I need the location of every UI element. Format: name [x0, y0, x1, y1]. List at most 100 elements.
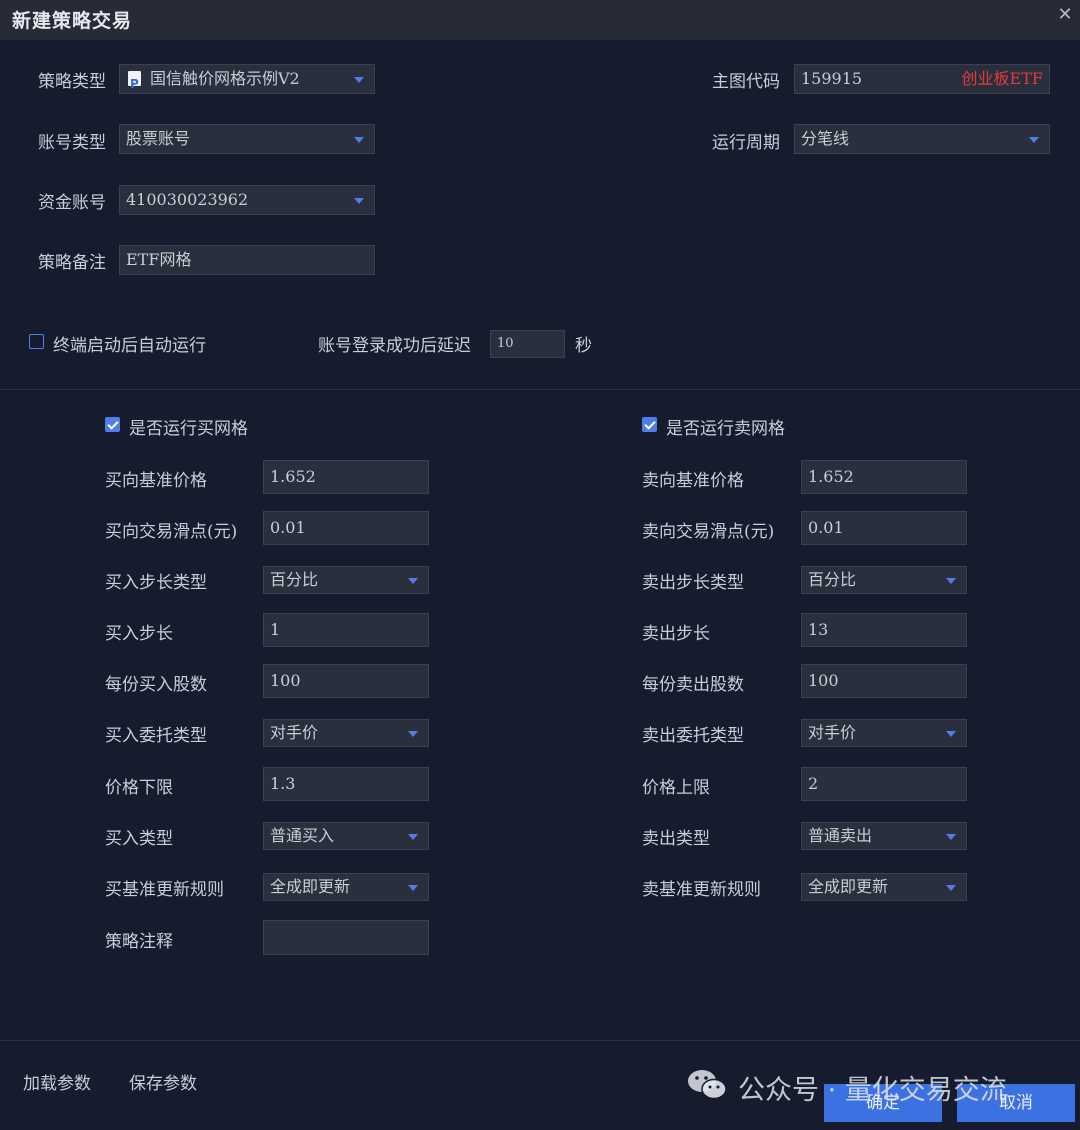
sell-base-price-value: 1.652: [808, 467, 854, 486]
sell-slippage-value: 0.01: [808, 518, 844, 537]
sell-step-type-value: 百分比: [808, 570, 857, 589]
buy-slippage-value: 0.01: [270, 518, 306, 537]
load-params-button[interactable]: 加载参数: [23, 1069, 91, 1094]
sell-step-value: 13: [808, 620, 829, 639]
sell-price-limit-value: 2: [808, 774, 819, 793]
buy-slippage-label: 买向交易滑点(元): [105, 522, 238, 542]
buy-step-value: 1: [270, 620, 281, 639]
login-delay-unit: 秒: [575, 336, 592, 356]
buy-trade-type-value: 普通买入: [270, 826, 335, 845]
buy-slippage-input[interactable]: 0.01: [263, 511, 429, 545]
strategy-type-value: 国信触价网格示例V2: [150, 69, 300, 88]
fund-account-value: 410030023962: [126, 190, 249, 209]
buy-grid-checkbox[interactable]: [105, 417, 120, 432]
buy-step-type-label: 买入步长类型: [105, 573, 207, 593]
buy-order-type-value: 对手价: [270, 723, 319, 742]
buy-step-input[interactable]: 1: [263, 613, 429, 647]
wechat-icon: [688, 1070, 727, 1100]
buy-grid-enable-label: 是否运行买网格: [129, 419, 248, 439]
buy-order-type-label: 买入委托类型: [105, 726, 207, 746]
sell-shares-input[interactable]: 100: [801, 664, 967, 698]
run-period-value: 分笔线: [801, 129, 850, 148]
sell-step-type-select[interactable]: 百分比: [801, 566, 967, 594]
sell-price-limit-input[interactable]: 2: [801, 767, 967, 801]
divider: [0, 389, 1080, 390]
dropdown-caret-icon: [408, 578, 418, 584]
buy-base-price-input[interactable]: 1.652: [263, 460, 429, 494]
main-code-label: 主图代码: [712, 72, 780, 92]
strategy-comment-input[interactable]: [263, 920, 429, 955]
buy-price-limit-value: 1.3: [270, 774, 296, 793]
buy-update-rule-label: 买基准更新规则: [105, 880, 224, 900]
login-delay-label: 账号登录成功后延迟: [318, 336, 471, 356]
sell-slippage-input[interactable]: 0.01: [801, 511, 967, 545]
sell-step-label: 卖出步长: [642, 624, 710, 644]
dropdown-caret-icon: [354, 77, 364, 83]
sell-grid-enable-label: 是否运行卖网格: [666, 419, 785, 439]
login-delay-input[interactable]: 10: [490, 330, 565, 358]
strategy-note-value: ETF网格: [126, 250, 192, 269]
buy-update-rule-value: 全成即更新: [270, 877, 351, 896]
strategy-type-label: 策略类型: [38, 72, 106, 92]
dropdown-caret-icon: [1029, 137, 1039, 143]
buy-update-rule-select[interactable]: 全成即更新: [263, 873, 429, 901]
sell-step-type-label: 卖出步长类型: [642, 573, 744, 593]
strategy-note-label: 策略备注: [38, 253, 106, 273]
buy-trade-type-label: 买入类型: [105, 829, 173, 849]
fund-account-select[interactable]: 410030023962: [119, 185, 375, 215]
account-type-value: 股票账号: [126, 129, 191, 148]
sell-update-rule-value: 全成即更新: [808, 877, 889, 896]
buy-base-price-label: 买向基准价格: [105, 471, 207, 491]
buy-base-price-value: 1.652: [270, 467, 316, 486]
title-bar: 新建策略交易 ✕: [0, 0, 1080, 40]
buy-trade-type-select[interactable]: 普通买入: [263, 822, 429, 850]
sell-slippage-label: 卖向交易滑点(元): [642, 522, 775, 542]
sell-price-limit-label: 价格上限: [642, 778, 710, 798]
dropdown-caret-icon: [354, 137, 364, 143]
dropdown-caret-icon: [946, 731, 956, 737]
sell-shares-value: 100: [808, 671, 839, 690]
sell-order-type-value: 对手价: [808, 723, 857, 742]
window-title: 新建策略交易: [12, 10, 133, 32]
account-type-label: 账号类型: [38, 133, 106, 153]
save-params-button[interactable]: 保存参数: [129, 1069, 197, 1094]
dropdown-caret-icon: [946, 578, 956, 584]
main-code-input[interactable]: 159915 创业板ETF: [794, 64, 1050, 94]
close-icon[interactable]: ✕: [1054, 4, 1076, 26]
sell-trade-type-label: 卖出类型: [642, 829, 710, 849]
dropdown-caret-icon: [354, 198, 364, 204]
sell-step-input[interactable]: 13: [801, 613, 967, 647]
buy-step-type-select[interactable]: 百分比: [263, 566, 429, 594]
sell-grid-checkbox[interactable]: [642, 417, 657, 432]
sell-update-rule-select[interactable]: 全成即更新: [801, 873, 967, 901]
auto-run-checkbox[interactable]: [29, 334, 44, 349]
run-period-label: 运行周期: [712, 133, 780, 153]
login-delay-value: 10: [497, 336, 514, 351]
strategy-note-input[interactable]: ETF网格: [119, 245, 375, 275]
buy-order-type-select[interactable]: 对手价: [263, 719, 429, 747]
sell-trade-type-value: 普通卖出: [808, 826, 873, 845]
sell-shares-label: 每份卖出股数: [642, 675, 744, 695]
dropdown-caret-icon: [946, 834, 956, 840]
buy-price-limit-input[interactable]: 1.3: [263, 767, 429, 801]
strategy-file-icon: [128, 70, 141, 93]
dropdown-caret-icon: [946, 885, 956, 891]
watermark-text: 公众号 · 量化交易交流: [738, 1075, 1007, 1106]
auto-run-label: 终端启动后自动运行: [53, 336, 206, 356]
strategy-type-select[interactable]: 国信触价网格示例V2: [119, 64, 375, 94]
main-code-value: 159915: [801, 69, 863, 88]
account-type-select[interactable]: 股票账号: [119, 124, 375, 154]
sell-base-price-label: 卖向基准价格: [642, 471, 744, 491]
buy-shares-label: 每份买入股数: [105, 675, 207, 695]
sell-order-type-select[interactable]: 对手价: [801, 719, 967, 747]
buy-step-type-value: 百分比: [270, 570, 319, 589]
run-period-select[interactable]: 分笔线: [794, 124, 1050, 154]
sell-base-price-input[interactable]: 1.652: [801, 460, 967, 494]
sell-trade-type-select[interactable]: 普通卖出: [801, 822, 967, 850]
dropdown-caret-icon: [408, 885, 418, 891]
main-code-name: 创业板ETF: [961, 69, 1043, 88]
buy-shares-input[interactable]: 100: [263, 664, 429, 698]
buy-price-limit-label: 价格下限: [105, 778, 173, 798]
fund-account-label: 资金账号: [38, 193, 106, 213]
sell-update-rule-label: 卖基准更新规则: [642, 880, 761, 900]
